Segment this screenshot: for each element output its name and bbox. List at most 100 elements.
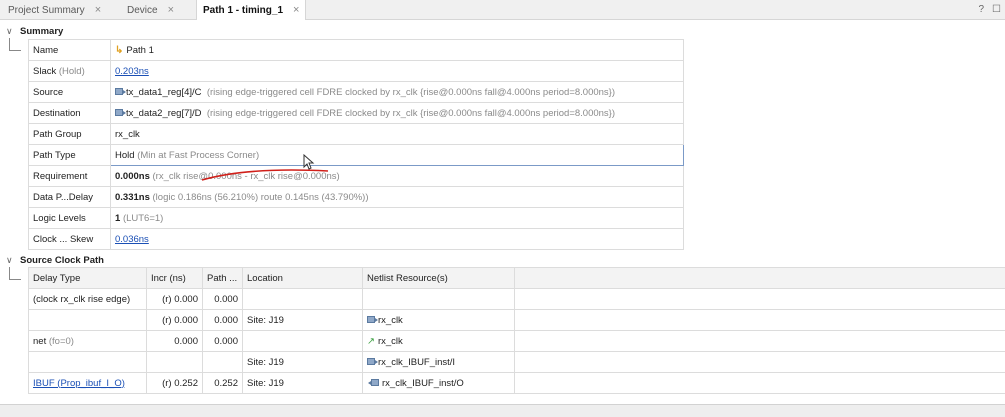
row-key: Requirement — [28, 165, 111, 187]
summary-row-logic-levels[interactable]: Logic Levels 1 (LUT6=1) — [28, 207, 684, 229]
summary-row-name[interactable]: Name ↳ Path 1 — [28, 39, 684, 61]
row-value[interactable]: Hold (Min at Fast Process Corner) — [110, 144, 684, 166]
table-row[interactable]: net (fo=0) 0.000 0.000 ↗ rx_clk — [28, 330, 1005, 352]
tab-path-1-timing[interactable]: Path 1 - timing_1 × — [196, 0, 307, 20]
close-icon[interactable]: × — [95, 4, 101, 16]
logic-levels-detail: (LUT6=1) — [122, 212, 164, 224]
row-key: Path Group — [28, 123, 111, 145]
table-row[interactable]: (r) 0.000 0.000 Site: J19 rx_clk — [28, 309, 1005, 331]
summary-row-destination[interactable]: Destination tx_data2_reg[7]/D (rising ed… — [28, 102, 684, 124]
row-value: 0.203ns — [110, 60, 684, 82]
summary-row-clock-skew[interactable]: Clock ... Skew 0.036ns — [28, 228, 684, 250]
summary-row-source[interactable]: Source tx_data1_reg[4]/C (rising edge-tr… — [28, 81, 684, 103]
row-value: 0.331ns (logic 0.186ns (56.210%) route 0… — [110, 186, 684, 208]
location-cell — [242, 288, 363, 310]
location-cell: Site: J19 — [242, 309, 363, 331]
table-header-row: Delay Type Incr (ns) Path ... Location N… — [28, 267, 1005, 289]
tab-label: Path 1 - timing_1 — [203, 5, 284, 16]
row-key: Source — [28, 81, 111, 103]
delay-type-cell — [28, 309, 147, 331]
summary-row-path-group[interactable]: Path Group rx_clk — [28, 123, 684, 145]
logic-levels-value: 1 — [115, 212, 121, 224]
delay-type-cell: (clock rx_clk rise edge) — [28, 288, 147, 310]
close-icon[interactable]: × — [168, 4, 174, 16]
incr-cell: 0.000 — [146, 330, 203, 352]
resource-cell: ↗ rx_clk — [362, 330, 515, 352]
summary-table: Name ↳ Path 1 Slack (Hold) 0.203ns Source… — [28, 39, 684, 250]
resource-link[interactable]: rx_clk — [378, 336, 403, 347]
close-icon[interactable]: × — [293, 4, 299, 16]
pin-in-icon — [367, 358, 378, 366]
fanout-text: (fo=0) — [48, 335, 74, 347]
tab-device[interactable]: Device × — [127, 0, 174, 20]
path-cell — [202, 351, 243, 373]
tree-connector — [9, 38, 10, 50]
timing-path-icon: ↳ — [115, 44, 124, 56]
column-header-delay-type[interactable]: Delay Type — [28, 267, 147, 289]
destination-detail: (rising edge-triggered cell FDRE clocked… — [206, 107, 616, 119]
tree-connector — [9, 50, 21, 51]
column-header-path[interactable]: Path ... — [202, 267, 243, 289]
table-row[interactable]: (clock rx_clk rise edge) (r) 0.000 0.000 — [28, 288, 1005, 310]
table-row[interactable]: Site: J19 rx_clk_IBUF_inst/I — [28, 351, 1005, 373]
incr-cell: (r) 0.000 — [146, 309, 203, 331]
incr-cell — [146, 351, 203, 373]
delay-type-link[interactable]: IBUF (Prop_ibuf_I_O) — [33, 378, 125, 389]
tree-connector — [9, 279, 21, 280]
summary-section-label: Summary — [20, 26, 64, 37]
pin-in-icon — [115, 109, 126, 117]
incr-cell: (r) 0.000 — [146, 288, 203, 310]
column-header-location[interactable]: Location — [242, 267, 363, 289]
table-row[interactable]: IBUF (Prop_ibuf_I_O) (r) 0.252 0.252 Sit… — [28, 372, 1005, 394]
row-key: Clock ... Skew — [28, 228, 111, 250]
row-value: tx_data2_reg[7]/D (rising edge-triggered… — [110, 102, 684, 124]
filler-cell — [514, 330, 1005, 352]
row-key: Slack (Hold) — [28, 60, 111, 82]
summary-row-slack[interactable]: Slack (Hold) 0.203ns — [28, 60, 684, 82]
resource-link[interactable]: rx_clk — [378, 315, 403, 326]
row-value: ↳ Path 1 — [110, 39, 684, 61]
resource-cell — [362, 288, 515, 310]
column-header-netlist-resource[interactable]: Netlist Resource(s) — [362, 267, 515, 289]
column-header-incr[interactable]: Incr (ns) — [146, 267, 203, 289]
chevron-down-icon[interactable]: ∨ — [6, 25, 13, 38]
help-icon[interactable]: ? — [978, 4, 984, 15]
slack-link[interactable]: 0.203ns — [115, 66, 149, 77]
delay-type-cell: IBUF (Prop_ibuf_I_O) — [28, 372, 147, 394]
summary-section-header[interactable]: ∨ Summary — [0, 25, 1005, 38]
port-in-icon — [367, 316, 378, 324]
delay-type-cell — [28, 351, 147, 373]
mouse-cursor-icon — [303, 154, 315, 170]
row-value: 1 (LUT6=1) — [110, 207, 684, 229]
row-key: Data P...Delay — [28, 186, 111, 208]
restore-icon[interactable]: ☐ — [992, 4, 1001, 15]
row-value: 0.000ns (rx_clk rise@0.000ns - rx_clk ri… — [110, 165, 684, 187]
chevron-down-icon[interactable]: ∨ — [6, 254, 13, 267]
location-cell: Site: J19 — [242, 372, 363, 394]
slack-label: Slack — [33, 65, 57, 77]
path-cell: 0.000 — [202, 330, 243, 352]
pin-out-icon — [368, 379, 379, 387]
requirement-value: 0.000ns — [115, 170, 150, 182]
resource-cell: rx_clk_IBUF_inst/O — [362, 372, 515, 394]
bottom-status-bar — [0, 404, 1005, 417]
row-key: Logic Levels — [28, 207, 111, 229]
tab-project-summary[interactable]: Project Summary × — [8, 0, 101, 20]
summary-row-path-type[interactable]: Path Type Hold (Min at Fast Process Corn… — [28, 144, 684, 166]
source-clock-path-section-header[interactable]: ∨ Source Clock Path — [0, 254, 1005, 267]
tab-label: Device — [127, 5, 158, 16]
resource-cell: rx_clk_IBUF_inst/I — [362, 351, 515, 373]
path-type-detail: (Min at Fast Process Corner) — [137, 149, 260, 161]
clock-skew-link[interactable]: 0.036ns — [115, 234, 149, 245]
summary-row-requirement[interactable]: Requirement 0.000ns (rx_clk rise@0.000ns… — [28, 165, 684, 187]
path-name: Path 1 — [126, 44, 154, 56]
path-cell: 0.252 — [202, 372, 243, 394]
resource-link[interactable]: rx_clk_IBUF_inst/O — [382, 378, 464, 389]
source-clock-path-table: Delay Type Incr (ns) Path ... Location N… — [28, 267, 1005, 394]
tab-label: Project Summary — [8, 5, 85, 16]
path-type-value: Hold — [115, 149, 135, 161]
resource-cell: rx_clk — [362, 309, 515, 331]
summary-row-data-path-delay[interactable]: Data P...Delay 0.331ns (logic 0.186ns (5… — [28, 186, 684, 208]
row-key: Name — [28, 39, 111, 61]
resource-link[interactable]: rx_clk_IBUF_inst/I — [378, 357, 455, 368]
